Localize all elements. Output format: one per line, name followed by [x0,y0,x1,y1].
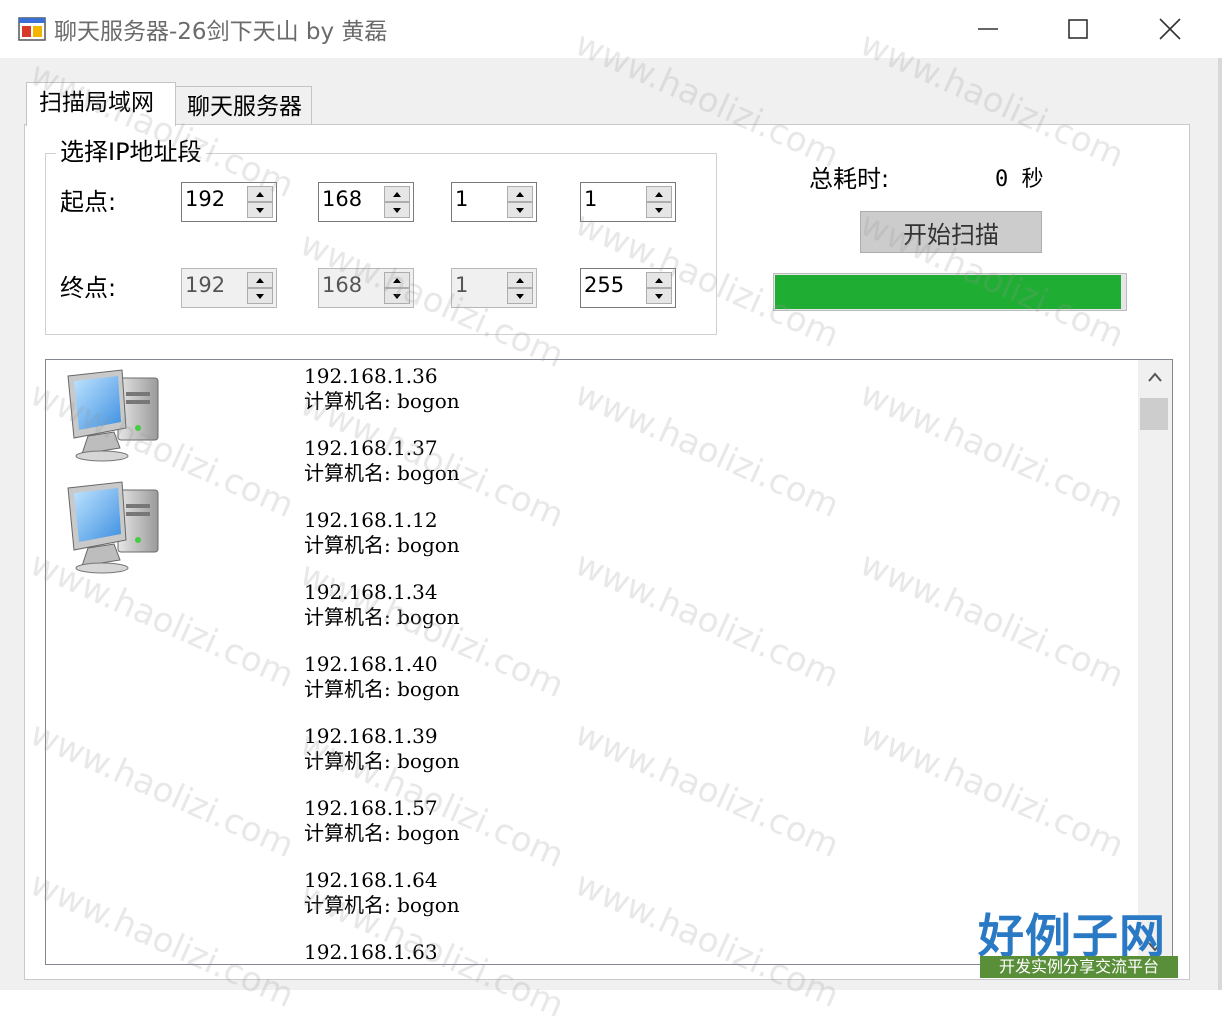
maximize-button[interactable] [1032,0,1124,58]
host-ip: 192.168.1.64 [304,868,438,892]
stepper-up-button [384,272,410,288]
stepper-value: 168 [322,273,363,297]
host-name-label: 计算机名: [304,677,391,701]
app-window-icon [18,17,46,41]
start-octet-3-stepper[interactable]: 1 [451,182,537,222]
host-list-item[interactable]: 192.168.1.36 计算机名: bogon [304,364,460,414]
host-name-label: 计算机名: [304,821,391,845]
maximize-icon [1068,19,1088,39]
host-list-item[interactable]: 192.168.1.39 计算机名: bogon [304,724,460,774]
host-name-label: 计算机名: [304,533,391,557]
stepper-up-button[interactable] [247,186,273,202]
end-octet-4-stepper[interactable]: 255 [580,268,676,308]
host-ip: 192.168.1.34 [304,580,438,604]
stepper-value: 192 [185,273,226,297]
scroll-up-button[interactable] [1138,360,1172,394]
list-scrollbar[interactable] [1138,360,1172,964]
start-octet-2-stepper[interactable]: 168 [318,182,414,222]
tab-label: 扫描局域网 [39,90,154,116]
host-ip: 192.168.1.40 [304,652,438,676]
tab-scan-lan[interactable]: 扫描局域网 [26,82,176,126]
end-octet-2-stepper: 168 [318,268,414,308]
end-label: 终点: [60,274,117,302]
stepper-down-button[interactable] [247,202,273,218]
ip-range-group-title: 选择IP地址段 [56,138,206,166]
tab-label: 聊天服务器 [187,94,302,120]
stepper-down-button[interactable] [507,202,533,218]
stepper-down-button[interactable] [646,202,672,218]
host-name-label: 计算机名: [304,461,391,485]
chevron-up-icon [1148,372,1162,382]
host-list-item[interactable]: 192.168.1.40 计算机名: bogon [304,652,460,702]
stepper-up-button [247,272,273,288]
stepper-down-button [507,288,533,304]
end-octet-3-stepper: 1 [451,268,537,308]
host-ip: 192.168.1.57 [304,796,438,820]
stepper-up-button[interactable] [646,186,672,202]
stepper-value: 168 [322,187,363,211]
end-octet-1-stepper: 192 [181,268,277,308]
host-name: bogon [397,605,460,629]
host-list-item[interactable]: 192.168.1.57 计算机名: bogon [304,796,460,846]
host-name: bogon [397,821,460,845]
ip-range-group: 选择IP地址段 起点: 终点: 192 168 1 1 192 168 1 25… [45,138,717,335]
tab-panel-scan: 选择IP地址段 起点: 终点: 192 168 1 1 192 168 1 25… [24,124,1190,980]
host-ip: 192.168.1.37 [304,436,438,460]
stepper-up-button[interactable] [646,272,672,288]
host-ip: 192.168.1.12 [304,508,438,532]
host-ip: 192.168.1.63 [304,940,438,964]
host-name: bogon [397,749,460,773]
host-ip: 192.168.1.36 [304,364,438,388]
computer-icon [64,366,162,462]
haolizi-logo: 好例子网 开发实例分享交流平台 [978,900,1178,980]
host-list[interactable]: 192.168.1.36 计算机名: bogon 192.168.1.37 计算机名:… [45,359,1173,965]
host-name: bogon [397,533,460,557]
window-client-area: 扫描局域网 聊天服务器 选择IP地址段 起点: 终点: 192 168 1 1 … [0,58,1222,990]
stepper-value: 1 [584,187,598,211]
host-list-item[interactable]: 192.168.1.37 计算机名: bogon [304,436,460,486]
stepper-value: 255 [584,273,625,297]
host-list-item[interactable]: 192.168.1.64 计算机名: bogon [304,868,460,918]
start-label: 起点: [60,188,117,216]
start-scan-button[interactable]: 开始扫描 [860,211,1042,253]
minimize-button[interactable] [942,0,1034,58]
logo-sub-text: 开发实例分享交流平台 [980,956,1178,978]
scan-progress-fill [775,275,1121,309]
elapsed-label: 总耗时: [809,165,890,193]
host-name-label: 计算机名: [304,605,391,629]
stepper-up-button[interactable] [507,186,533,202]
host-name: bogon [397,389,460,413]
host-name: bogon [397,461,460,485]
stepper-value: 1 [455,187,469,211]
host-name: bogon [397,893,460,917]
window-title: 聊天服务器-26剑下天山 by 黄磊 [54,19,388,45]
stepper-down-button [384,288,410,304]
host-name: bogon [397,677,460,701]
stepper-down-button [247,288,273,304]
host-name-label: 计算机名: [304,389,391,413]
minimize-icon [978,28,998,30]
stepper-up-button[interactable] [384,186,410,202]
computer-icon [64,478,162,574]
start-octet-1-stepper[interactable]: 192 [181,182,277,222]
scan-progress-bar [773,273,1127,311]
stepper-value: 1 [455,273,469,297]
host-list-item[interactable]: 192.168.1.63 [304,940,438,964]
stepper-up-button [507,272,533,288]
host-name-label: 计算机名: [304,893,391,917]
title-bar: 聊天服务器-26剑下天山 by 黄磊 [0,0,1222,58]
elapsed-value: 0 秒 [995,167,1044,192]
host-list-item[interactable]: 192.168.1.34 计算机名: bogon [304,580,460,630]
stepper-down-button[interactable] [384,202,410,218]
close-button[interactable] [1124,0,1216,58]
scroll-thumb[interactable] [1140,398,1168,430]
close-icon [1159,18,1181,40]
tab-chat-server[interactable]: 聊天服务器 [174,86,312,126]
host-ip: 192.168.1.39 [304,724,438,748]
host-name-label: 计算机名: [304,749,391,773]
host-list-item[interactable]: 192.168.1.12 计算机名: bogon [304,508,460,558]
stepper-value: 192 [185,187,226,211]
start-octet-4-stepper[interactable]: 1 [580,182,676,222]
stepper-down-button[interactable] [646,288,672,304]
